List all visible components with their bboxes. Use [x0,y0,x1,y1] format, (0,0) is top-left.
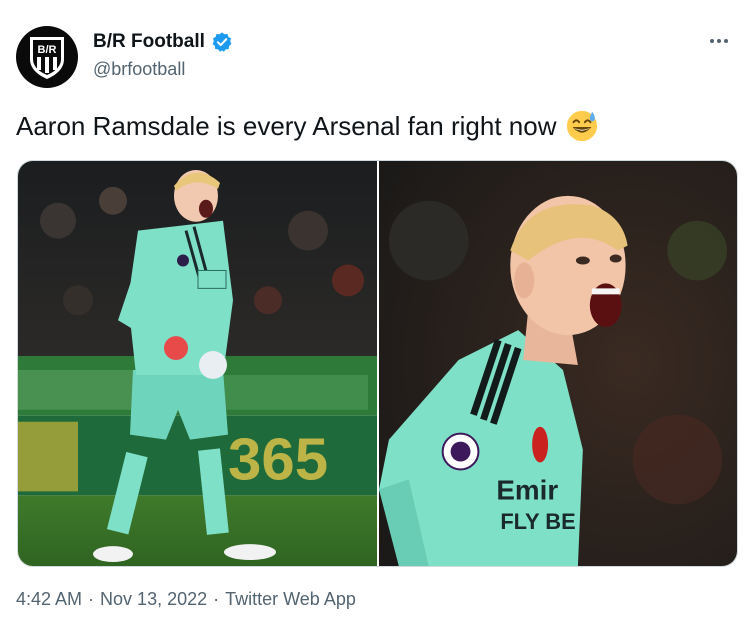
tweet-time[interactable]: 4:42 AM [16,589,82,610]
more-options-icon[interactable] [706,28,732,54]
media-grid: 365 Emir FLY BE [17,160,738,567]
tweet-text: Aaron Ramsdale is every Arsenal fan righ… [16,108,599,144]
goalkeeper-celebrating-full-body-photo: 365 [18,161,377,566]
br-shield-logo-icon: B/R [30,37,64,79]
tweet-source[interactable]: Twitter Web App [225,589,356,610]
grinning-sweat-emoji-icon [566,110,597,142]
tweet-meta: 4:42 AM · Nov 13, 2022 · Twitter Web App [16,589,356,610]
author-display-name[interactable]: B/R Football [93,31,205,53]
meta-separator: · [213,589,220,609]
svg-text:Emir: Emir [496,474,558,505]
dot [724,39,728,43]
meta-separator: · [88,589,95,609]
svg-text:FLY BE: FLY BE [500,509,575,534]
tweet-date[interactable]: Nov 13, 2022 [100,589,207,610]
dot [717,39,721,43]
tweet-photo-right[interactable]: Emir FLY BE [379,161,737,566]
tweet-photo-left[interactable]: 365 [18,161,377,566]
svg-text:B/R: B/R [38,44,57,56]
author-name-row: B/R Football [93,31,233,53]
tweet-card: B/R B/R Football @brfootball Aaron Ramsd… [0,0,750,624]
dot [710,39,714,43]
goalkeeper-shouting-closeup-photo: Emir FLY BE [379,161,737,566]
svg-text:365: 365 [228,426,328,493]
avatar[interactable]: B/R [16,26,78,88]
verified-badge-icon [212,32,232,52]
author-handle[interactable]: @brfootball [93,59,185,80]
tweet-text-content: Aaron Ramsdale is every Arsenal fan righ… [16,111,557,141]
